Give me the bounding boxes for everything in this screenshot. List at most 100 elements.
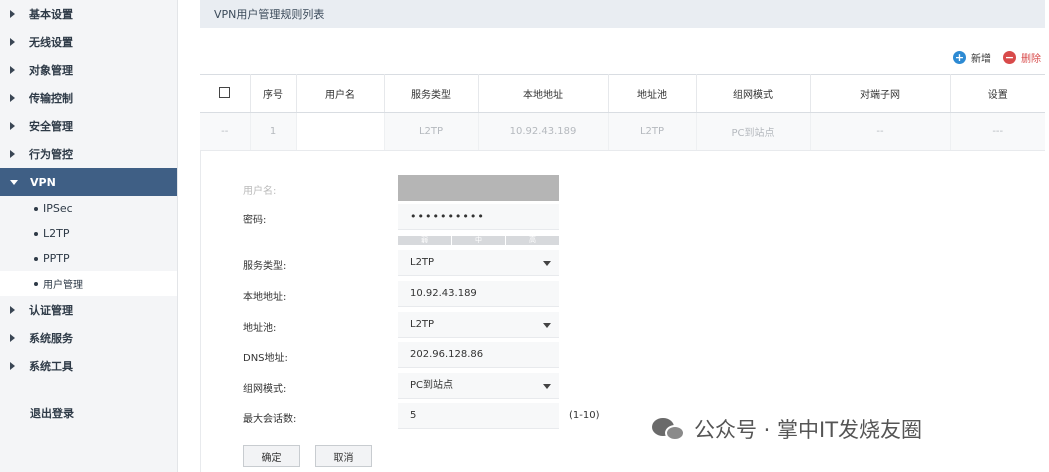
sidebar-item-system-services[interactable]: 系统服务	[0, 324, 177, 352]
chevron-right-icon	[10, 94, 15, 102]
sidebar-item-vpn[interactable]: VPN	[0, 168, 177, 196]
table-row[interactable]: -- 1 L2TP 10.92.43.189 L2TP PC到站点 -- ---	[200, 112, 1045, 151]
delete-button[interactable]: − 删除	[1003, 50, 1041, 65]
chevron-right-icon	[10, 10, 15, 18]
dns-label: DNS地址:	[243, 353, 288, 364]
row-address-pool: L2TP	[608, 112, 697, 151]
column-header: 对端子网	[810, 74, 951, 113]
sidebar-subitem-pptp[interactable]: PPTP	[0, 246, 177, 271]
row-network-mode: PC到站点	[696, 112, 811, 151]
watermark: 公众号 · 掌中IT发烧友圈	[652, 414, 922, 444]
row-settings: ---	[950, 112, 1045, 151]
password-field[interactable]: ••••••••••	[398, 204, 559, 230]
local-address-label: 本地地址:	[243, 292, 287, 303]
panel-title-text: VPN用户管理规则列表	[214, 8, 325, 21]
service-type-label: 服务类型:	[243, 261, 287, 272]
plus-icon: +	[953, 51, 966, 64]
table-header-row: 序号 用户名 服务类型 本地地址 地址池 组网模式 对端子网 设置	[200, 74, 1045, 113]
local-address-input[interactable]: 10.92.43.189	[398, 281, 559, 307]
network-mode-label: 组网模式:	[243, 384, 287, 395]
main-panel: VPN用户管理规则列表 + 新增 − 删除 序号 用户名 服务类型 本地地址 地址池…	[200, 0, 1045, 472]
column-header: 地址池	[608, 74, 697, 113]
chevron-right-icon	[10, 38, 15, 46]
cancel-button[interactable]: 取消	[315, 445, 372, 467]
chevron-right-icon	[10, 150, 15, 158]
minus-icon: −	[1003, 51, 1016, 64]
chevron-right-icon	[10, 334, 15, 342]
row-service-type: L2TP	[384, 112, 479, 151]
strength-medium: 中	[452, 236, 505, 245]
sidebar-item-basic-settings[interactable]: 基本设置	[0, 0, 177, 28]
password-label: 密码:	[243, 215, 267, 226]
sidebar-subitem-user-management[interactable]: 用户管理	[0, 271, 177, 296]
sidebar-item-wireless[interactable]: 无线设置	[0, 28, 177, 56]
select-all-cell	[200, 74, 251, 113]
chevron-right-icon	[10, 362, 15, 370]
network-mode-value: PC到站点	[410, 380, 454, 391]
password-strength-meter: 弱 中 高	[398, 236, 559, 245]
chevron-right-icon	[10, 306, 15, 314]
watermark-text: 公众号 · 掌中IT发烧友圈	[694, 418, 923, 442]
max-sessions-hint: (1-10)	[569, 410, 600, 421]
dropdown-caret-icon	[543, 261, 551, 266]
column-header: 序号	[250, 74, 297, 113]
bullet-icon	[34, 281, 38, 286]
bullet-icon	[34, 231, 38, 236]
add-button-label: 新增	[971, 54, 991, 65]
row-peer-subnet: --	[810, 112, 951, 151]
row-index: 1	[250, 112, 297, 151]
toolbar: + 新增 − 删除	[953, 50, 1041, 65]
address-pool-label: 地址池:	[243, 323, 277, 334]
sidebar-item-transmission[interactable]: 传输控制	[0, 84, 177, 112]
username-field[interactable]	[398, 175, 559, 201]
row-local-address: 10.92.43.189	[478, 112, 609, 151]
logout-link[interactable]: 退出登录	[30, 405, 74, 421]
bullet-icon	[34, 256, 38, 261]
sidebar: 基本设置 无线设置 对象管理 传输控制 安全管理 行为管控 VPN IPSec …	[0, 0, 178, 472]
chevron-right-icon	[10, 122, 15, 130]
dns-row: DNS地址: 202.96.128.86	[201, 342, 801, 368]
ok-button[interactable]: 确定	[243, 445, 300, 467]
chevron-down-icon	[10, 179, 18, 185]
address-pool-row: 地址池: L2TP	[201, 312, 801, 338]
sidebar-item-security[interactable]: 安全管理	[0, 112, 177, 140]
max-sessions-label: 最大会话数:	[243, 414, 297, 425]
strength-weak: 弱	[398, 236, 451, 245]
column-header: 本地地址	[478, 74, 609, 113]
sidebar-subitem-ipsec[interactable]: IPSec	[0, 196, 177, 221]
column-header: 设置	[950, 74, 1045, 113]
bullet-icon	[34, 206, 38, 211]
service-type-value: L2TP	[410, 257, 435, 268]
address-pool-value: L2TP	[410, 319, 435, 330]
row-username	[296, 112, 385, 151]
dropdown-caret-icon	[543, 323, 551, 328]
strength-high: 高	[506, 236, 559, 245]
sidebar-item-objects[interactable]: 对象管理	[0, 56, 177, 84]
dropdown-caret-icon	[543, 384, 551, 389]
row-check: --	[200, 112, 251, 151]
panel-title: VPN用户管理规则列表	[200, 0, 1045, 28]
max-sessions-input[interactable]: 5	[398, 403, 559, 429]
delete-button-label: 删除	[1021, 54, 1041, 65]
rules-table: 序号 用户名 服务类型 本地地址 地址池 组网模式 对端子网 设置 -- 1 L…	[200, 74, 1045, 151]
wechat-icon	[652, 415, 686, 443]
username-label: 用户名:	[243, 186, 277, 197]
sidebar-subitem-l2tp[interactable]: L2TP	[0, 221, 177, 246]
address-pool-select[interactable]: L2TP	[398, 312, 559, 338]
network-mode-row: 组网模式: PC到站点	[201, 373, 801, 399]
sidebar-item-auth[interactable]: 认证管理	[0, 296, 177, 324]
service-type-select[interactable]: L2TP	[398, 250, 559, 276]
dns-input[interactable]: 202.96.128.86	[398, 342, 559, 368]
select-all-checkbox[interactable]	[219, 86, 231, 98]
sidebar-item-behavior[interactable]: 行为管控	[0, 140, 177, 168]
local-address-row: 本地地址: 10.92.43.189	[201, 281, 801, 307]
network-mode-select[interactable]: PC到站点	[398, 373, 559, 399]
chevron-right-icon	[10, 66, 15, 74]
username-row: 用户名:	[201, 175, 801, 201]
sidebar-item-system-tools[interactable]: 系统工具	[0, 352, 177, 380]
add-button[interactable]: + 新增	[953, 50, 991, 65]
column-header: 服务类型	[384, 74, 479, 113]
column-header: 用户名	[296, 74, 385, 113]
password-row: 密码: ••••••••••	[201, 204, 801, 230]
service-type-row: 服务类型: L2TP	[201, 250, 801, 276]
